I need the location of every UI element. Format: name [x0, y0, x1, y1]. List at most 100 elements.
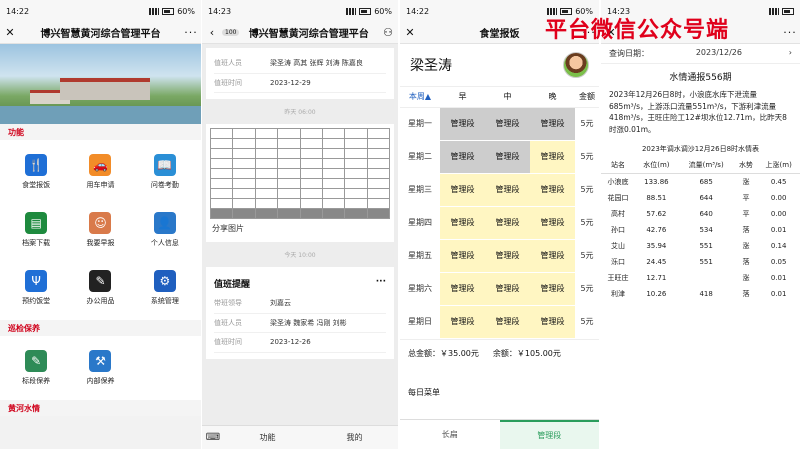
sheet-cell [209, 138, 234, 149]
function-item-label: 食堂报饭 [22, 181, 51, 189]
duty-card[interactable]: 值班人员 梁圣涛 高其 张辉 刘涛 陈嘉良 值班时间 2023-12-29 [206, 48, 394, 99]
meal-col-header[interactable]: 本周▲ [400, 87, 440, 108]
sheet-cell [232, 158, 256, 169]
function-item-label: 预约饭堂 [22, 297, 51, 305]
sheet-cell [277, 178, 301, 189]
field-value: 梁圣涛 魏家希 冯刚 刘彬 [270, 318, 347, 327]
sheet-row [209, 188, 391, 199]
meal-day: 星期日 [400, 305, 440, 339]
menu-functions[interactable]: 功能 [224, 432, 311, 443]
function-item[interactable]: 👤 个人信息 [133, 204, 197, 256]
function-item[interactable]: ⚒ 内部保养 [68, 342, 132, 394]
hydro-cell: 落 [742, 225, 750, 234]
profile-icon[interactable]: ⚇ [378, 26, 398, 39]
menu-mine[interactable]: 我的 [311, 432, 398, 443]
sheet-cell [299, 138, 323, 149]
menu-tabs: 长扁 管理段 [400, 419, 599, 449]
hydro-cell: 42.76 [646, 225, 667, 234]
close-icon[interactable]: ✕ [0, 26, 20, 39]
meal-col-header: 中 [485, 87, 530, 108]
meal-cell[interactable]: 管理段 [485, 239, 530, 273]
table-caption: 2023年调水调沙12月26日8时水情表 [641, 144, 760, 153]
meal-cell[interactable]: 管理段 [485, 206, 530, 240]
more-icon[interactable]: ··· [376, 277, 386, 290]
hydro-cell: 0.01 [770, 289, 787, 298]
meal-cell[interactable]: 管理段 [485, 107, 530, 141]
meal-cell[interactable]: 管理段 [440, 239, 485, 273]
meal-cell[interactable]: 管理段 [530, 239, 575, 273]
meal-cell[interactable]: 管理段 [440, 305, 485, 339]
sheet-cell [366, 158, 391, 169]
meal-cell[interactable]: 管理段 [485, 173, 530, 207]
signal-icon [149, 7, 160, 15]
sheet-row [209, 208, 391, 219]
keyboard-icon[interactable]: ⌨ [202, 432, 224, 443]
function-item-label: 档案下载 [22, 239, 51, 247]
meal-cell[interactable]: 管理段 [485, 305, 530, 339]
meal-cell[interactable]: 管理段 [530, 206, 575, 240]
meal-cell[interactable]: 管理段 [530, 305, 575, 339]
status-time: 14:22 [6, 6, 30, 16]
hydro-cell: 涨 [742, 177, 750, 186]
query-date-row[interactable]: 查询日期： 2023/12/26 › [601, 44, 800, 64]
tab-management[interactable]: 管理段 [499, 420, 599, 449]
meal-row: 星期一 管理段 管理段 管理段 5元 [400, 107, 599, 141]
function-item-label: 个人信息 [150, 239, 179, 247]
meal-cell[interactable]: 管理段 [485, 140, 530, 174]
hydro-cell: 泺口 [611, 257, 626, 266]
meal-day: 星期三 [400, 173, 440, 207]
meal-cell[interactable]: 管理段 [485, 272, 530, 306]
book-icon: 📖 [153, 154, 176, 176]
sheet-cell [344, 168, 368, 179]
meal-cell[interactable]: 管理段 [530, 272, 575, 306]
sheet-cell [209, 208, 234, 219]
function-item[interactable]: 🍴 食堂报饭 [4, 146, 68, 198]
hydro-col-header: 水位(m) [635, 157, 678, 174]
function-item[interactable]: 📖 问卷考勤 [133, 146, 197, 198]
function-item[interactable]: 🚗 用车申请 [68, 146, 132, 198]
meal-cell[interactable]: 管理段 [530, 140, 575, 174]
function-item[interactable]: ⚙ 系统管理 [133, 262, 197, 314]
meal-cell[interactable]: 管理段 [440, 272, 485, 306]
meal-cell[interactable]: 管理段 [530, 107, 575, 141]
meal-col-header: 晚 [530, 87, 575, 108]
meal-cell[interactable]: 管理段 [440, 107, 485, 141]
hydro-row: 小浪底 133.86 685 涨 0.45 [601, 174, 800, 190]
report-text: 2023年12月26日8时，小浪底水库下泄流量685m³/s，上游泺口流量551… [609, 90, 787, 134]
tab-changbian[interactable]: 长扁 [400, 420, 500, 449]
meal-cell[interactable]: 管理段 [440, 173, 485, 207]
sheet-cell [299, 188, 323, 199]
meal-table: 本周▲ 早中晚金额 星期一 管理段 管理段 管理段 5元 星期二 管理段 管理段 管理段 5元 星期三… [400, 87, 599, 339]
hydro-cell: 418 [699, 289, 713, 298]
hydro-cell: 685 [699, 177, 713, 186]
duty-reminder-card[interactable]: 值班提醒 ··· 带班领导 刘嘉云 值班人员 梁圣涛 魏家希 冯刚 刘彬 值班时间 20… [206, 267, 394, 359]
meal-cell[interactable]: 管理段 [440, 140, 485, 174]
hydro-row: 利津 10.26 418 落 0.01 [601, 286, 800, 302]
function-item[interactable]: ✎ 办公用品 [68, 262, 132, 314]
section-water: 黄河水情 [0, 400, 201, 416]
back-icon[interactable]: ‹ [202, 26, 222, 39]
function-item[interactable]: ✎ 标段保养 [4, 342, 68, 394]
more-icon[interactable]: ··· [181, 26, 201, 39]
function-item[interactable]: ☺ 我要早报 [68, 204, 132, 256]
balance-amount: 余额：￥105.00元 [492, 348, 561, 358]
hydro-row: 孙口 42.76 534 落 0.01 [601, 222, 800, 238]
sheet-cell [321, 128, 346, 139]
meal-col-header: 金额 [575, 87, 599, 108]
close-icon[interactable]: ✕ [400, 26, 420, 39]
field-label: 值班时间 [214, 338, 242, 346]
meal-cell[interactable]: 管理段 [530, 173, 575, 207]
function-item[interactable]: Ψ 预约饭堂 [4, 262, 68, 314]
sheet-cell [254, 148, 279, 159]
more-icon[interactable]: ··· [780, 26, 800, 39]
meal-cell[interactable]: 管理段 [440, 206, 485, 240]
field-value: 刘嘉云 [270, 299, 291, 307]
sheet-cell [277, 148, 301, 159]
sheet-cell [344, 208, 368, 219]
hydro-cell: 88.51 [646, 193, 667, 202]
function-item[interactable]: ▤ 档案下载 [4, 204, 68, 256]
shared-image-card[interactable]: 分享图片 [206, 124, 394, 242]
battery-level: 60% [177, 6, 195, 16]
sheet-cell [209, 178, 234, 189]
function-item-label: 内部保养 [86, 377, 115, 385]
